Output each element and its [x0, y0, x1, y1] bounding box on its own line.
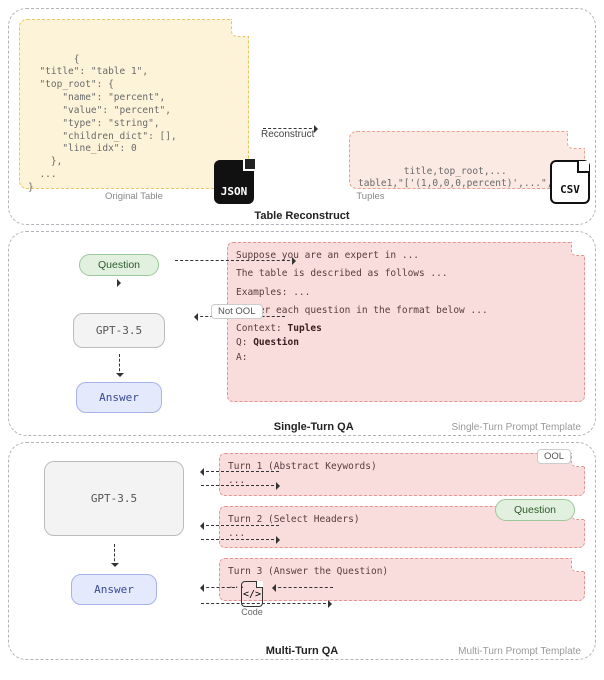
ool-tag: OOL	[537, 449, 571, 464]
arrow-t1-to-gpt	[201, 471, 279, 472]
turn-1-prompt: Turn 1 (Abstract Keywords) ...	[219, 453, 585, 496]
prompt-line: Suppose you are an expert in ...	[236, 249, 576, 263]
original-table-codebox: { "title": "table 1", "top_root": { "nam…	[19, 19, 249, 189]
tuples-code: title,top_root,... table1,"['(1,0,0,0,pe…	[358, 166, 570, 190]
arrow-code-to-gpt	[201, 587, 235, 588]
arrow-t2-to-gpt	[201, 525, 279, 526]
arrow-gpt-to-t2	[201, 539, 279, 540]
panel-subtitle-multi: Multi-Turn Prompt Template	[458, 646, 581, 657]
arrow-gpt-to-t1	[201, 485, 279, 486]
panel-title-reconstruct: Table Reconstruct	[254, 210, 349, 222]
tuples-codebox: title,top_root,... table1,"['(1,0,0,0,pe…	[349, 131, 585, 189]
not-ool-tag: Not OOL	[211, 304, 263, 319]
panel-multi-turn-qa: GPT-3.5 Answer Turn 1 (Abstract Keywords…	[8, 442, 596, 660]
arrow-t3-to-code	[273, 587, 333, 588]
prompt-line: A:	[236, 351, 576, 365]
single-turn-prompt-template: Suppose you are an expert in ... The tab…	[227, 242, 585, 402]
prompt-line: The table is described as follows ...	[236, 267, 576, 281]
panel-subtitle-single: Single-Turn Prompt Template	[451, 422, 581, 433]
panel-table-reconstruct: { "title": "table 1", "top_root": { "nam…	[8, 8, 596, 225]
panel-title-multi: Multi-Turn QA	[266, 645, 339, 657]
panel-title-single: Single-Turn QA	[274, 421, 354, 433]
question-pill-multi: Question	[495, 499, 575, 521]
prompt-turn-label: Turn 1 (Abstract Keywords)	[228, 460, 576, 474]
answer-block-multi: Answer	[71, 574, 157, 605]
prompt-turn-label: Turn 3 (Answer the Question)	[228, 565, 576, 579]
panel-single-turn-qa: Question GPT-3.5 Answer Suppose you are …	[8, 231, 596, 436]
reconstruct-label: Reconstruct	[261, 129, 314, 140]
down-arrow-icon	[114, 544, 115, 566]
question-pill: Question	[79, 254, 159, 276]
original-table-code: { "title": "table 1", "top_root": { "nam…	[28, 54, 177, 193]
prompt-line: Answer each question in the format below…	[236, 304, 576, 318]
json-file-icon: JSON	[214, 160, 254, 204]
down-arrow-icon	[119, 354, 120, 376]
question-to-prompt-arrow	[175, 260, 295, 261]
gpt-block: GPT-3.5	[73, 313, 165, 348]
reconstruct-arrow	[263, 128, 317, 129]
turn-3-prompt: Turn 3 (Answer the Question) ...	[219, 558, 585, 601]
gpt-block-multi: GPT-3.5	[44, 461, 184, 536]
csv-file-icon: CSV	[550, 160, 590, 204]
code-label: Code	[241, 607, 263, 617]
answer-block: Answer	[76, 382, 162, 413]
arrow-gpt-to-t3	[201, 603, 331, 604]
prompt-line: Examples: ...	[236, 286, 576, 300]
